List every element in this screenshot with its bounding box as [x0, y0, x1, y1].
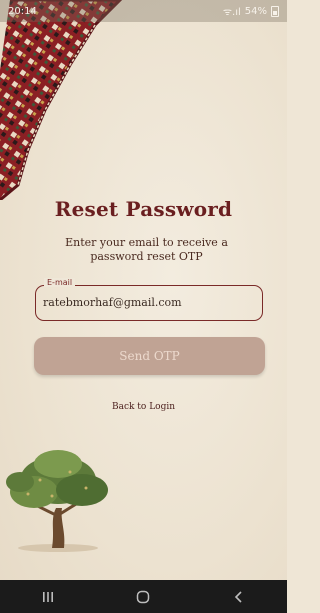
- status-bar: 20:14 ᯤ.ıl 54%: [0, 0, 287, 22]
- navigation-bar: [0, 580, 287, 613]
- status-indicators: ᯤ.ıl 54%: [223, 4, 279, 18]
- back-button[interactable]: [219, 580, 259, 613]
- reset-password-screen: 20:14 ᯤ.ıl 54% Reset Password Enter your…: [0, 0, 287, 613]
- page-subtitle: Enter your email to receive a password r…: [65, 236, 228, 263]
- page-title: Reset Password: [54, 197, 233, 221]
- status-time: 20:14: [8, 5, 37, 17]
- back-to-login-link[interactable]: Back to Login: [0, 402, 287, 412]
- olive-tree-icon: [6, 450, 108, 552]
- signal-icon: ᯤ.ıl: [222, 7, 241, 18]
- battery-icon: [271, 5, 279, 17]
- carpet-pattern-icon: [0, 0, 123, 200]
- email-field[interactable]: E-mail ratebmorhaf@gmail.com: [35, 278, 263, 321]
- email-field-value[interactable]: ratebmorhaf@gmail.com: [43, 296, 182, 309]
- home-icon: [137, 590, 150, 603]
- send-otp-button[interactable]: Send OTP: [34, 337, 265, 375]
- recent-apps-icon: [42, 591, 53, 602]
- home-button[interactable]: [123, 580, 163, 613]
- email-field-label: E-mail: [44, 278, 76, 287]
- back-icon: [235, 590, 242, 603]
- recent-apps-button[interactable]: [28, 580, 68, 613]
- battery-level: 54%: [244, 5, 267, 17]
